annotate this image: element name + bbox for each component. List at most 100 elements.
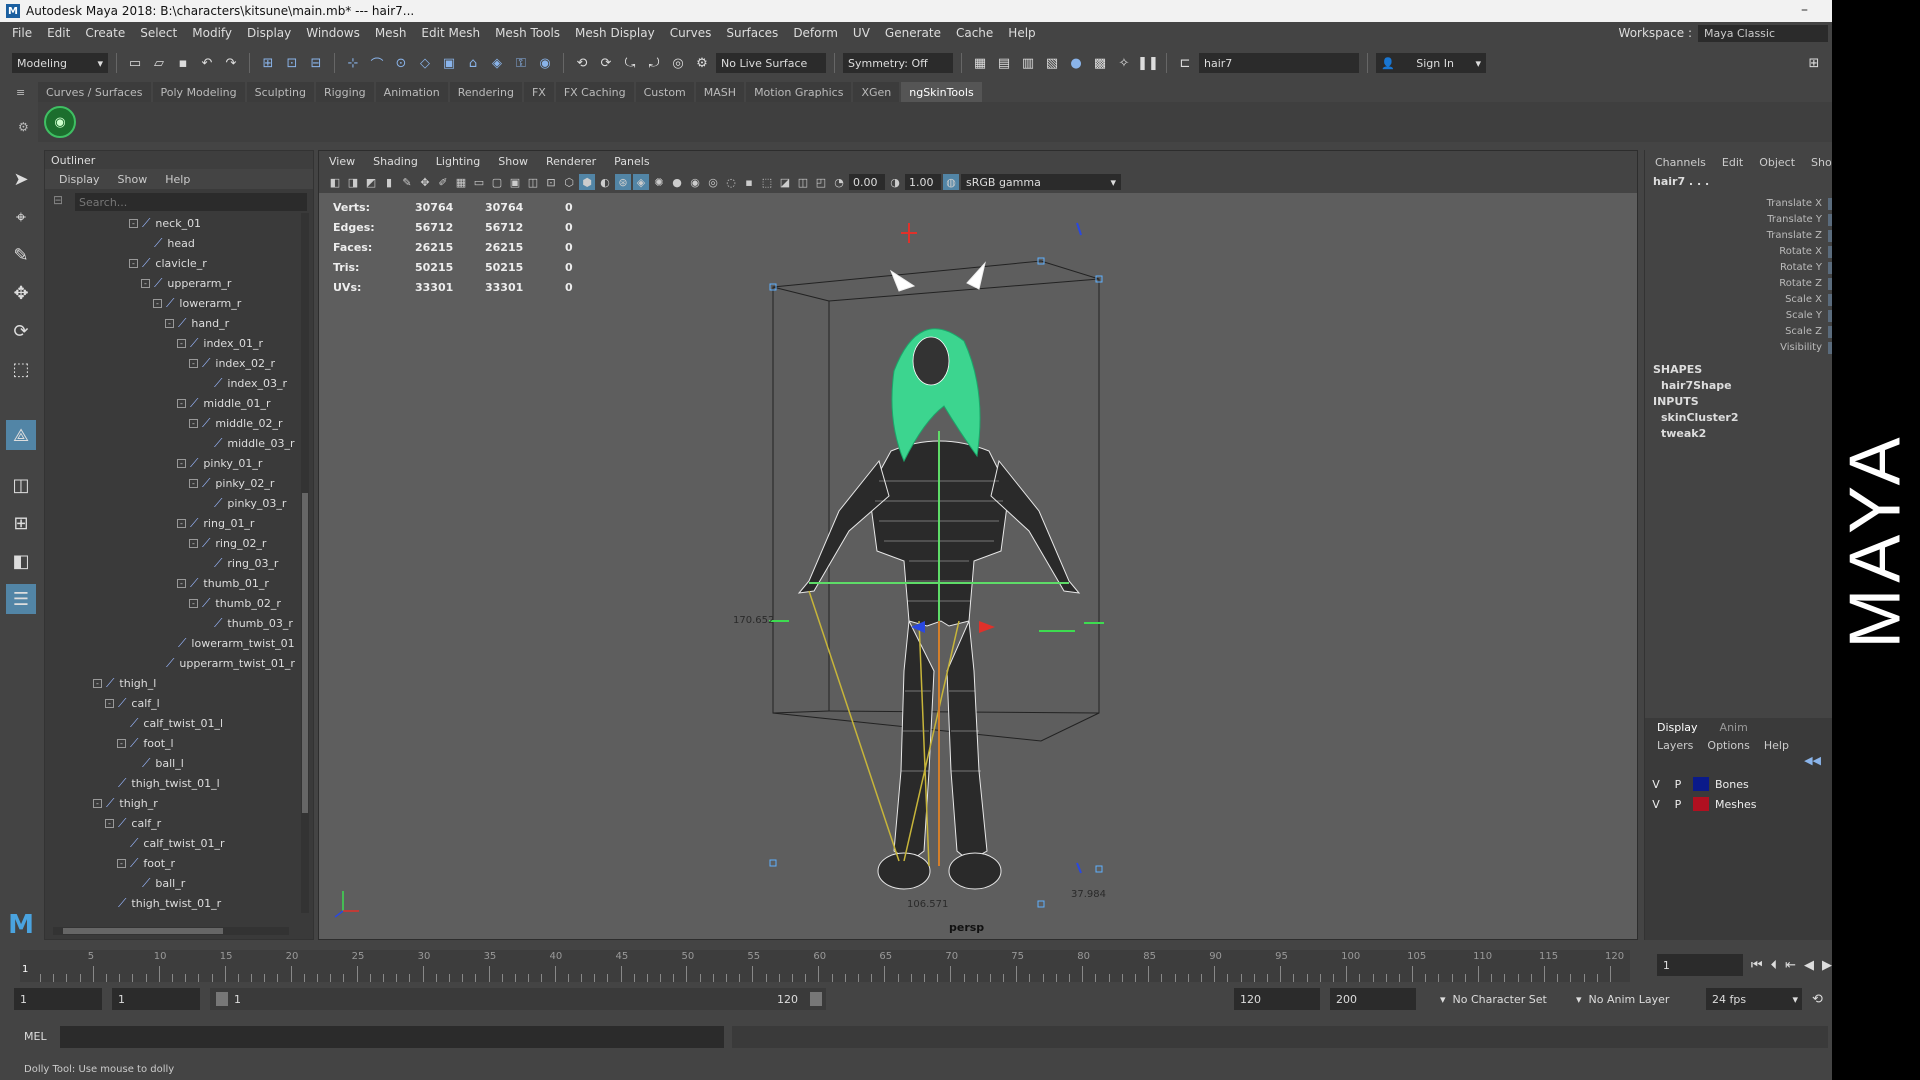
channel-attribute[interactable]: Scale Z (1645, 324, 1832, 340)
animation-end-field[interactable]: 200 (1330, 988, 1416, 1010)
shelf-menu-icon[interactable]: ≡ (16, 86, 25, 99)
rotate-tool-icon[interactable]: ⟳ (6, 316, 36, 346)
current-frame-field[interactable]: 1 (1656, 954, 1743, 976)
layer-tab-anim[interactable]: Anim (1720, 721, 1748, 734)
live-surface-field[interactable]: No Live Surface (716, 53, 826, 73)
minimize-button[interactable]: – (1801, 2, 1808, 18)
channel-attribute[interactable]: Scale Y (1645, 308, 1832, 324)
playback-end-field[interactable]: 120 (1234, 988, 1320, 1010)
expand-toggle-icon[interactable]: - (189, 418, 198, 428)
outliner-item[interactable]: - ⟋ pinky_01_r (177, 453, 262, 473)
save-scene-icon[interactable]: ▪ (173, 53, 193, 73)
expand-toggle-icon[interactable]: - (105, 698, 114, 708)
outliner-item[interactable]: - ⟋ thumb_02_r (189, 593, 281, 613)
time-slider[interactable]: 1 5 10 15 20 25 30 35 40 45 50 55 60 65 70 75 80 85 90 95 1… (0, 948, 1832, 984)
outliner-item[interactable]: - ⟋ neck_01 (129, 213, 201, 233)
construction-history-icon[interactable]: ⟲ (572, 53, 592, 73)
outliner-item[interactable]: - ⟋ index_01_r (177, 333, 263, 353)
outliner-item[interactable]: - ⟋ calf_r (105, 813, 161, 833)
outliner-item[interactable]: - ⟋ ring_02_r (189, 533, 266, 553)
channel-box-menu-channels[interactable]: Channels (1655, 156, 1706, 169)
cycle-icon[interactable]: ⤾ (644, 53, 664, 73)
outliner-item[interactable]: ⟋ pinky_03_r (201, 493, 286, 513)
history-icon[interactable]: ◈ (487, 53, 507, 73)
shelf-tab-animation[interactable]: Animation (375, 82, 448, 102)
sign-in-button[interactable]: 👤 Sign In ▾ (1376, 53, 1486, 73)
menu-uv[interactable]: UV (853, 26, 870, 40)
channel-attribute[interactable]: Translate Z (1645, 228, 1832, 244)
redo-icon[interactable]: ↷ (221, 53, 241, 73)
outliner-item[interactable]: ⟋ lowerarm_twist_01 (165, 633, 295, 653)
side-by-side-view-icon[interactable]: ◧ (6, 546, 36, 576)
scene-canvas[interactable]: 170.652 106.571 37.984 (319, 151, 1638, 940)
layer-color-swatch[interactable] (1693, 797, 1709, 811)
expand-toggle-icon[interactable]: - (93, 678, 102, 688)
channel-attribute[interactable]: Rotate Y (1645, 260, 1832, 276)
paint-select-tool-icon[interactable]: ✎ (6, 240, 36, 270)
command-input[interactable] (60, 1026, 724, 1048)
menu-create[interactable]: Create (85, 26, 125, 40)
menu-help[interactable]: Help (1008, 26, 1035, 40)
channel-attribute[interactable]: Rotate Z (1645, 276, 1832, 292)
range-start-handle[interactable] (216, 992, 228, 1006)
outliner-item[interactable]: - ⟋ foot_r (117, 853, 175, 873)
channel-box-menu-object[interactable]: Object (1759, 156, 1795, 169)
snap-view-icon[interactable]: ◇ (415, 53, 435, 73)
scrollbar-thumb[interactable] (302, 493, 308, 813)
expand-toggle-icon[interactable]: - (165, 318, 174, 328)
play-forward-icon[interactable]: ▶ (1822, 958, 1832, 973)
expand-toggle-icon[interactable]: - (153, 298, 162, 308)
layer-menu-layers[interactable]: Layers (1657, 739, 1693, 752)
object-name-field[interactable]: hair7 (1199, 53, 1359, 73)
outliner-item[interactable]: ⟋ upperarm_twist_01_r (153, 653, 295, 673)
move-tool-icon[interactable]: ✥ (6, 278, 36, 308)
shelf-tab-poly-modeling[interactable]: Poly Modeling (152, 82, 245, 102)
outliner-item[interactable]: ⟋ index_03_r (201, 373, 287, 393)
expand-toggle-icon[interactable]: - (93, 798, 102, 808)
outliner-item[interactable]: - ⟋ clavicle_r (129, 253, 207, 273)
layer-visibility-toggle[interactable]: V (1645, 778, 1667, 791)
snap-grid-icon[interactable]: ⊹ (343, 53, 363, 73)
character-set-dropdown[interactable]: ▾ No Character Set (1434, 988, 1564, 1010)
layer-menu-help[interactable]: Help (1764, 739, 1789, 752)
menu-mesh-display[interactable]: Mesh Display (575, 26, 655, 40)
scrollbar-thumb[interactable] (63, 928, 223, 934)
render-settings-window-icon[interactable]: ▧ (1042, 53, 1062, 73)
outliner-item[interactable]: ⟋ head (141, 233, 195, 253)
render-settings-icon[interactable]: ⚙ (692, 53, 712, 73)
filter-icon[interactable]: ⊟ (53, 193, 63, 207)
go-to-start-icon[interactable]: ⏮ (1751, 958, 1763, 973)
outliner-menu-show[interactable]: Show (118, 173, 148, 186)
outliner-item[interactable]: ⟋ thigh_twist_01_r (105, 893, 221, 913)
expand-toggle-icon[interactable]: - (177, 518, 186, 528)
menu-curves[interactable]: Curves (670, 26, 712, 40)
menu-windows[interactable]: Windows (306, 26, 360, 40)
menu-display[interactable]: Display (247, 26, 291, 40)
hypershade-icon[interactable]: ● (1066, 53, 1086, 73)
menu-edit-mesh[interactable]: Edit Mesh (421, 26, 480, 40)
lock-icon[interactable]: ⚿ (511, 53, 531, 73)
outliner-item[interactable]: ⟋ ring_03_r (201, 553, 278, 573)
ngskintools-shelf-icon[interactable]: ◉ (44, 106, 76, 138)
shape-node[interactable]: hair7Shape (1645, 378, 1832, 394)
new-scene-icon[interactable]: ▭ (125, 53, 145, 73)
outliner-item[interactable]: ⟋ calf_twist_01_r (117, 833, 225, 853)
layer-color-swatch[interactable] (1693, 777, 1709, 791)
outliner-item[interactable]: ⟋ ball_l (129, 753, 184, 773)
shelf-tab-mash[interactable]: MASH (695, 82, 745, 102)
shelf-tab-xgen[interactable]: XGen (853, 82, 900, 102)
outliner-search-input[interactable]: Search... (75, 193, 307, 211)
workspace-dropdown[interactable]: Maya Classic (1698, 24, 1828, 42)
channel-attribute[interactable]: Rotate X (1645, 244, 1832, 260)
fps-dropdown[interactable]: 24 fps ▾ (1706, 988, 1802, 1010)
channel-box-menu-edit[interactable]: Edit (1722, 156, 1743, 169)
shelf-tab-fx-caching[interactable]: FX Caching (555, 82, 634, 102)
layer-visibility-toggle[interactable]: V (1645, 798, 1667, 811)
outliner-item[interactable]: ⟋ calf_twist_01_l (117, 713, 223, 733)
expand-toggle-icon[interactable]: - (117, 858, 126, 868)
outliner-item[interactable]: - ⟋ lowerarm_r (153, 293, 241, 313)
outliner-menu-help[interactable]: Help (165, 173, 190, 186)
shelf-options-icon[interactable]: ⚙ (18, 120, 29, 134)
expand-toggle-icon[interactable]: - (105, 818, 114, 828)
layer-row-meshes[interactable]: V P Meshes (1645, 794, 1833, 814)
